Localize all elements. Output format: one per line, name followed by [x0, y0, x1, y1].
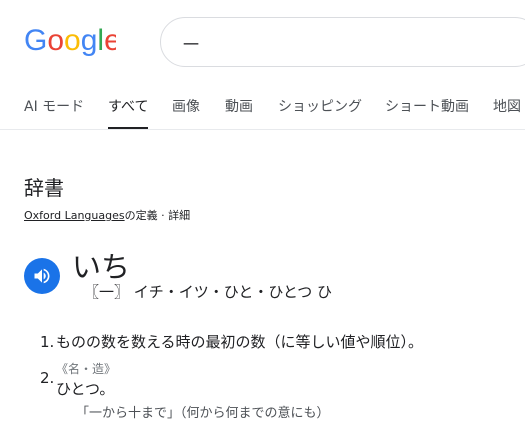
tab-videos[interactable]: 動画 — [225, 96, 253, 130]
speaker-icon — [34, 268, 50, 284]
source-suffix: の定義 · — [124, 209, 169, 222]
tab-ai-mode[interactable]: AI モード — [24, 96, 84, 130]
reading: 〖一〗 イチ・イツ・ひと・ひとつ ひ — [84, 283, 333, 301]
details-link[interactable]: 詳細 — [168, 209, 190, 222]
definition-number: 1. — [40, 333, 55, 351]
definition-example: 「一から十まで」（何から何までの意にも） — [76, 406, 330, 421]
search-input[interactable] — [181, 28, 515, 58]
headword: いち — [72, 250, 131, 284]
dictionary-source: Oxford Languagesの定義 · 詳細 — [24, 207, 190, 223]
definition-text: ものの数を数える時の最初の数（に等しい値や順位）。 — [56, 333, 424, 351]
part-of-speech: 《名・造》 — [56, 362, 117, 376]
tab-all[interactable]: すべて — [108, 96, 149, 130]
search-box[interactable] — [160, 17, 525, 67]
google-logo[interactable]: Google — [24, 22, 116, 58]
tab-shopping[interactable]: ショッピング — [278, 96, 362, 130]
svg-text:Google: Google — [24, 24, 116, 57]
tab-maps[interactable]: 地図 — [493, 96, 521, 130]
definition-number: 2. — [40, 369, 55, 387]
pronunciation-button[interactable] — [24, 258, 60, 294]
tab-short-videos[interactable]: ショート動画 — [385, 96, 469, 130]
dictionary-title: 辞書 — [24, 176, 64, 200]
tabs-divider — [0, 129, 525, 130]
oxford-languages-link[interactable]: Oxford Languages — [24, 209, 125, 222]
definition-item: 1. ものの数を数える時の最初の数（に等しい値や順位）。 — [40, 331, 423, 352]
definition-text: ひとつ。 — [56, 380, 115, 398]
tab-images[interactable]: 画像 — [172, 96, 200, 130]
search-tabs: AI モード すべて 画像 動画 ショッピング ショート動画 地図 — [0, 96, 525, 130]
